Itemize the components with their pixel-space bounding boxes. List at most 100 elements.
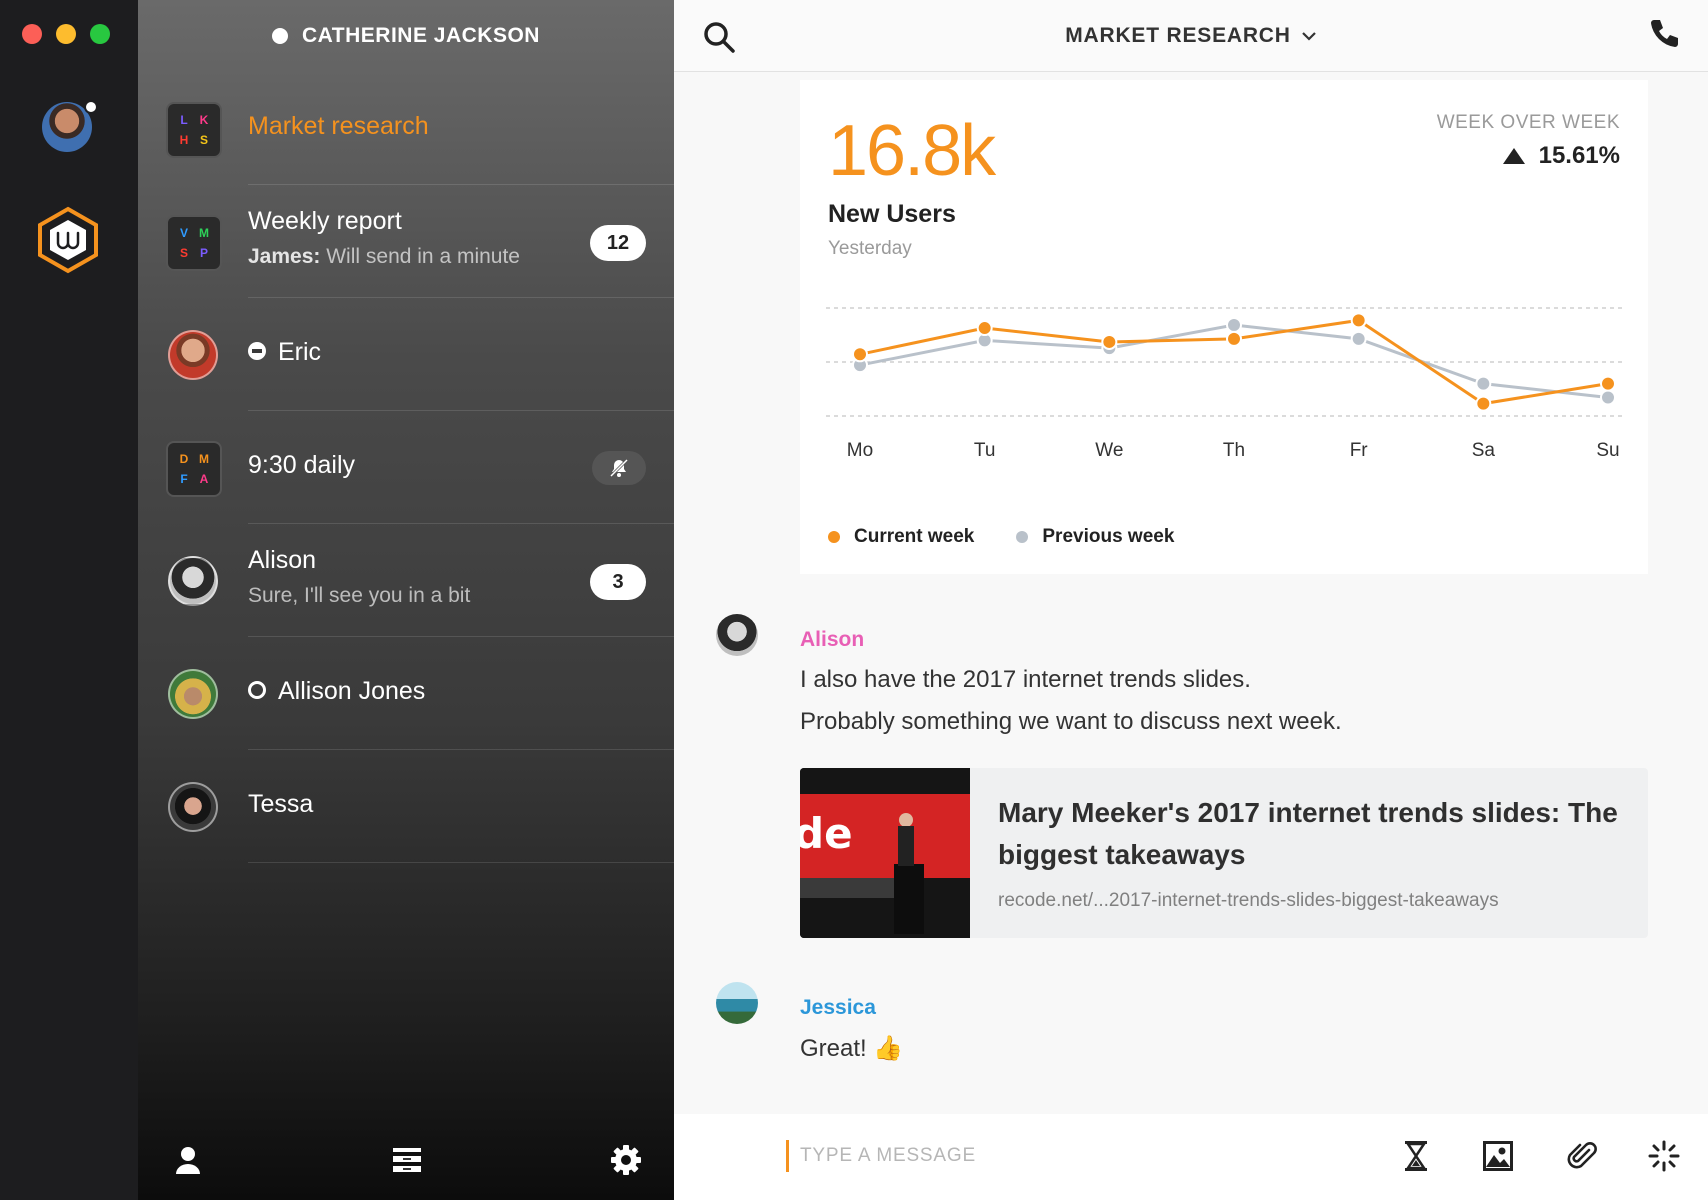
conversation-preview: Sure, I'll see you in a bit [248,584,471,607]
group-avatar-icon: D M F A [166,441,222,497]
svg-text:de: de [800,809,853,858]
x-tick-label: We [1095,440,1123,461]
minimize-window-button[interactable] [56,24,76,44]
message-composer [674,1114,1708,1200]
conversation-title: Alison [248,546,317,574]
chevron-down-icon [1301,32,1316,41]
conversation-item[interactable]: Allison Jones [138,637,674,750]
chart-legend: Current week Previous week [828,526,1174,548]
legend-current-week: Current week [828,526,974,548]
data-point[interactable] [1101,333,1118,350]
archive-icon[interactable] [389,1142,425,1178]
conversation-item[interactable]: Eric [138,298,674,411]
data-point[interactable] [1600,375,1616,392]
conversation-item[interactable]: Tessa [138,750,674,863]
data-point[interactable] [1350,330,1367,347]
preview-text: Will send in a minute [326,245,520,268]
conversation-title-row: Allison Jones [248,677,425,706]
data-point[interactable] [1475,395,1492,412]
person-icon[interactable] [170,1142,206,1178]
availability-dot [272,28,289,44]
conversation-title: Market research [248,112,429,140]
online-status-dot [84,100,98,114]
conversation-item[interactable]: L K H S Market research [138,72,674,185]
conversation-title: Tessa [248,790,314,818]
conversation-item[interactable]: Alison Sure, I'll see you in a bit 3 [138,524,674,637]
link-preview-card[interactable]: de Mary Meeker's 2017 internet trends sl… [800,768,1648,938]
do-not-disturb-icon [248,342,266,361]
zoom-window-button[interactable] [90,24,110,44]
attachment-icon[interactable] [1564,1138,1600,1174]
away-status-icon [248,681,266,700]
divider [248,862,674,863]
message-text: Great! 👍 [800,1035,904,1062]
account-header[interactable]: CATHERINE JACKSON [138,0,674,72]
contact-avatar [168,669,218,719]
message-input[interactable] [800,1136,1360,1176]
preview-sender: James: [248,245,321,268]
unread-badge: 12 [590,225,646,261]
window-controls [22,24,110,44]
message-author[interactable]: Alison [800,628,864,652]
conversation-title: Weekly report [248,207,402,235]
contact-avatar [168,330,218,380]
ping-icon[interactable] [1646,1138,1682,1174]
x-tick-label: Mo [847,440,873,461]
weekly-users-line-chart: Mo Tu We Th Fr Sa Su [826,307,1622,461]
legend-previous-week: Previous week [1016,526,1174,548]
conversation-pane: MARKET RESEARCH 16.8k New Users Yesterda… [674,0,1708,1200]
x-tick-label: Sa [1472,440,1496,461]
conversation-name: MARKET RESEARCH [1065,24,1291,47]
data-point[interactable] [1600,389,1616,406]
legend-label: Current week [854,526,975,547]
link-preview-title: Mary Meeker's 2017 internet trends slide… [998,797,1618,870]
data-point[interactable] [1226,330,1242,347]
text-cursor [786,1140,789,1172]
phone-icon[interactable] [1648,18,1684,54]
link-preview-thumbnail: de [800,768,970,938]
group-avatar-icon: V M S P [166,215,222,271]
app-rail [0,0,138,1200]
message-author[interactable]: Jessica [800,996,876,1020]
data-point[interactable] [1475,375,1492,392]
x-tick-label: Su [1596,440,1619,461]
account-name: CATHERINE JACKSON [302,24,540,47]
message-text: Probably something we want to discuss ne… [800,708,1342,735]
legend-label: Previous week [1042,526,1175,547]
conversation-preview: James: Will send in a minute [248,245,520,269]
data-point[interactable] [852,346,868,363]
new-users-card: 16.8k New Users Yesterday WEEK OVER WEEK… [800,80,1648,574]
contact-avatar [168,782,218,832]
muted-bell-icon[interactable] [592,451,646,485]
contact-avatar [168,556,218,606]
self-avatar[interactable] [42,100,98,152]
data-point[interactable] [1350,312,1367,329]
sender-avatar[interactable] [716,614,758,656]
sidebar-footer [138,1120,674,1200]
conversation-item[interactable]: V M S P Weekly report James: Will send i… [138,185,674,298]
gear-icon[interactable] [608,1142,644,1178]
image-icon[interactable] [1480,1138,1516,1174]
group-avatar-icon: L K H S [166,102,222,158]
conversation-title: Eric [278,338,322,366]
sender-avatar[interactable] [716,982,758,1024]
conversation-title-button[interactable]: MARKET RESEARCH [674,0,1708,72]
data-point[interactable] [1226,316,1242,333]
link-preview-url: recode.net/...2017-internet-trends-slide… [998,890,1499,911]
message-text: I also have the 2017 internet trends sli… [800,666,1251,693]
conversation-title: Allison Jones [278,677,426,705]
conversation-title-row: Eric [248,338,321,367]
conversation-item[interactable]: D M F A 9:30 daily [138,411,674,524]
x-tick-label: Fr [1350,440,1369,461]
timer-icon[interactable] [1398,1138,1434,1174]
conversation-title: 9:30 daily [248,451,356,479]
wire-logo-icon[interactable] [36,206,100,274]
x-tick-label: Th [1223,440,1245,461]
legend-swatch [1016,531,1029,543]
legend-swatch [828,531,840,543]
data-point[interactable] [976,320,993,337]
x-tick-label: Tu [974,440,995,461]
close-window-button[interactable] [22,24,42,44]
unread-badge: 3 [590,564,646,600]
conversation-sidebar: CATHERINE JACKSON L K H S Market researc… [138,0,674,1200]
